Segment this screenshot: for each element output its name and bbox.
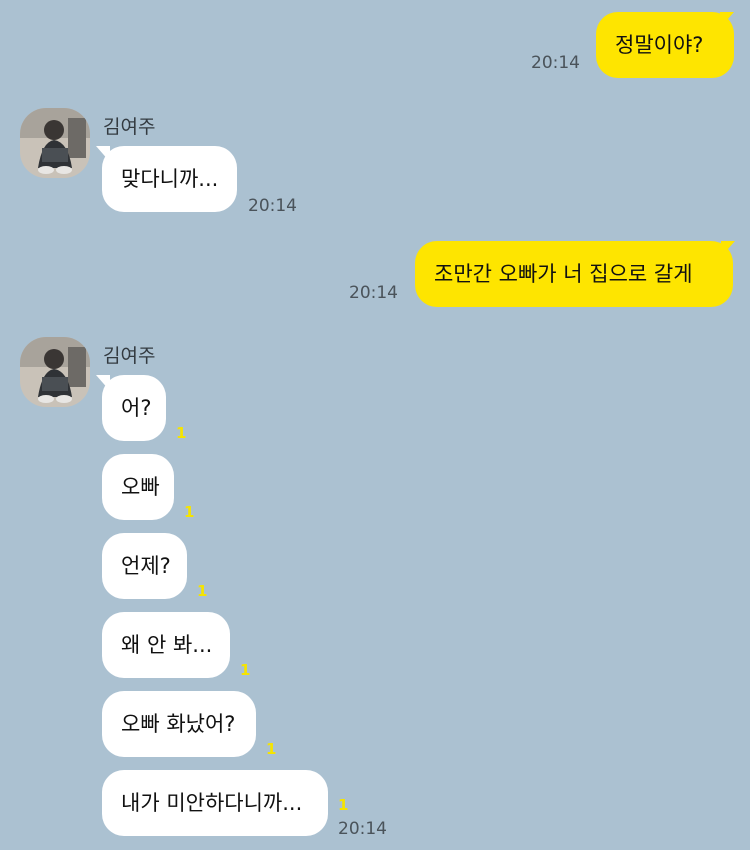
message-time: 20:14	[531, 53, 580, 73]
unread-count: 1	[176, 424, 187, 442]
unread-count: 1	[266, 740, 277, 758]
profile-photo-avatar-icon	[20, 108, 90, 178]
their-message-bubble[interactable]: 어?	[102, 375, 166, 441]
sender-avatar[interactable]	[20, 337, 90, 407]
sender-name: 김여주	[103, 345, 156, 367]
their-message-bubble[interactable]: 내가 미안하다니까...	[102, 770, 328, 836]
unread-count: 1	[197, 582, 208, 600]
their-message-bubble[interactable]: 오빠 화났어?	[102, 691, 256, 757]
message-time: 20:14	[338, 819, 387, 839]
their-message-bubble[interactable]: 왜 안 봐...	[102, 612, 230, 678]
my-message-bubble[interactable]: 정말이야?	[596, 12, 734, 78]
profile-photo-avatar-icon	[20, 337, 90, 407]
their-message-bubble[interactable]: 오빠	[102, 454, 174, 520]
unread-count: 1	[184, 503, 195, 521]
sender-avatar[interactable]	[20, 108, 90, 178]
unread-count: 1	[240, 661, 251, 679]
my-message-bubble[interactable]: 조만간 오빠가 너 집으로 갈게	[415, 241, 733, 307]
message-time: 20:14	[349, 283, 398, 303]
their-message-bubble[interactable]: 언제?	[102, 533, 187, 599]
message-time: 20:14	[248, 196, 297, 216]
unread-count: 1	[338, 796, 349, 814]
sender-name: 김여주	[103, 116, 156, 138]
their-message-bubble[interactable]: 맞다니까...	[102, 146, 237, 212]
